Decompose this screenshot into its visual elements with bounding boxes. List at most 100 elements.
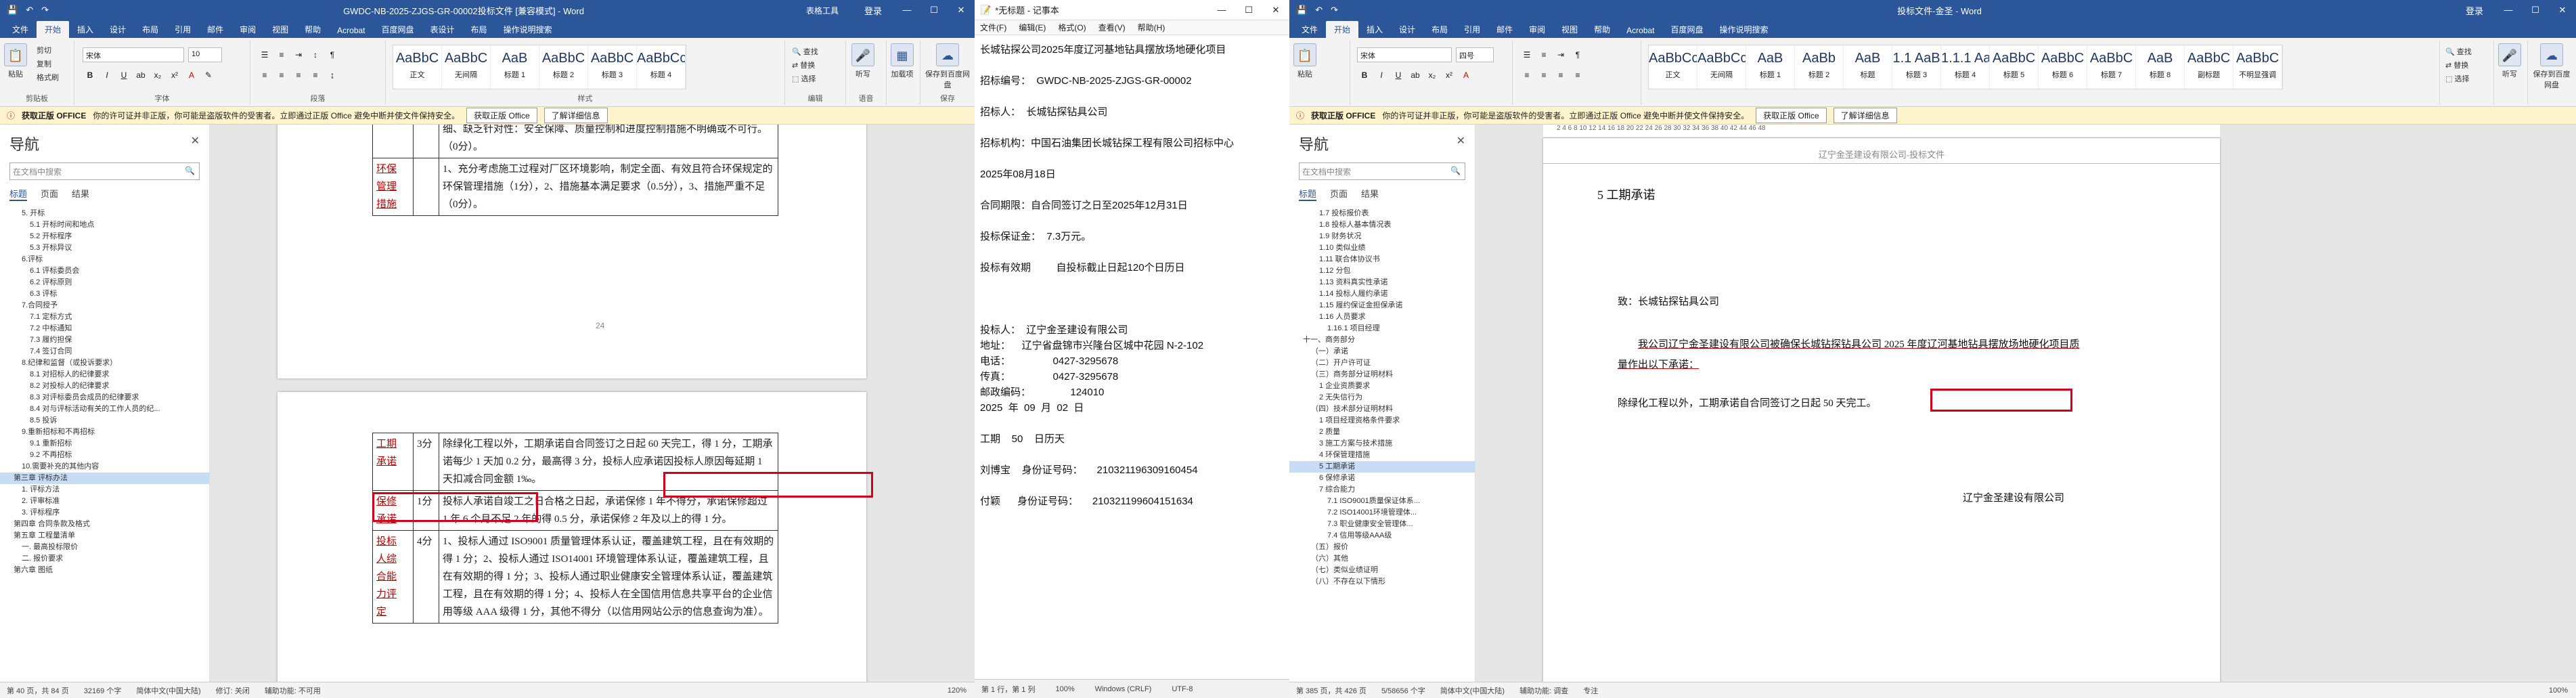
nav-item[interactable]: 1 项目经理资格条件要求 (1289, 415, 1475, 427)
superscript-button[interactable]: x² (167, 68, 182, 83)
tab-1[interactable]: 开始 (37, 21, 70, 38)
nav-item[interactable]: 10.需要补充的其他内容 (0, 461, 209, 473)
nav-item[interactable]: 8.5 投诉 (0, 415, 209, 427)
tab-9[interactable]: 帮助 (1586, 21, 1618, 38)
menu-item[interactable]: 帮助(H) (1138, 22, 1165, 33)
style-item[interactable]: AaBbC 正文 (393, 45, 442, 89)
nav-search-input[interactable]: 在文档中搜索 🔍 (9, 162, 200, 180)
nav-item[interactable]: 2 质量 (1289, 427, 1475, 438)
nav-item[interactable]: 7.4 信用等级AAA级 (1289, 530, 1475, 542)
nav-item[interactable]: 7.2 ISO14001环境管理体... (1289, 507, 1475, 519)
zoom-level[interactable]: 120% (948, 686, 975, 695)
learn-more-button[interactable]: 了解详细信息 (543, 108, 608, 123)
nav-item[interactable]: （六）其他 (1289, 553, 1475, 565)
align-center-icon[interactable]: ≡ (274, 68, 289, 83)
close-icon[interactable]: ✕ (948, 5, 975, 16)
justify-icon[interactable]: ≡ (1570, 68, 1585, 83)
font-size-select[interactable]: 10 (188, 47, 222, 62)
tab-8[interactable]: 视图 (1553, 21, 1586, 38)
nav-item[interactable]: 9.1 重新招标 (0, 438, 209, 450)
justify-icon[interactable]: ≡ (308, 68, 323, 83)
nav-tab[interactable]: 标题 (9, 187, 28, 201)
close-icon[interactable]: ✕ (191, 134, 200, 148)
nav-item[interactable]: （一）承诺 (1289, 346, 1475, 357)
nav-item[interactable]: 8.1 对招标人的纪律要求 (0, 369, 209, 380)
tab-0[interactable]: 文件 (1293, 21, 1326, 38)
style-item[interactable]: AaBbC 副标题 (2185, 45, 2234, 89)
bullets-icon[interactable]: ☰ (257, 47, 272, 62)
select-button[interactable]: ⬚ 选择 (792, 73, 816, 84)
nav-tab[interactable]: 标题 (1299, 187, 1317, 201)
tab-3[interactable]: 设计 (1391, 21, 1423, 38)
nav-item[interactable]: 8.2 对投标人的纪律要求 (0, 380, 209, 392)
replace-button[interactable]: ⇄ 替换 (2445, 60, 2468, 70)
nav-tab[interactable]: 页面 (1330, 187, 1348, 201)
italic-button[interactable]: I (99, 68, 114, 83)
tab-0[interactable]: 文件 (4, 21, 37, 38)
tab-2[interactable]: 插入 (1358, 21, 1391, 38)
minimize-icon[interactable]: — (1208, 5, 1235, 16)
nav-tab[interactable]: 页面 (41, 187, 58, 201)
style-item[interactable]: AaBbC 不明显强调 (2234, 45, 2282, 89)
highlight-button[interactable]: ✎ (201, 68, 216, 83)
numbering-icon[interactable]: ≡ (274, 47, 289, 62)
menu-item[interactable]: 编辑(E) (1019, 22, 1046, 33)
nav-item[interactable]: 1 企业资质要求 (1289, 380, 1475, 392)
font-color-button[interactable]: A (184, 68, 199, 83)
style-item[interactable]: AaBbCc 标题 4 (637, 45, 686, 89)
nav-item[interactable]: 1.15 履约保证金担保承诺 (1289, 300, 1475, 311)
style-item[interactable]: AaBbCcDd 正文 (1649, 45, 1697, 89)
horizontal-ruler[interactable]: 2 4 6 8 10 12 14 16 18 20 22 24 26 28 30… (1543, 125, 2220, 138)
redo-icon[interactable]: ↷ (41, 5, 49, 16)
nav-item[interactable]: 9.2 不再招标 (0, 450, 209, 461)
paste-button[interactable]: 📋 粘贴 (4, 43, 27, 79)
show-marks-icon[interactable]: ¶ (1570, 47, 1585, 62)
nav-item[interactable]: 1.7 投标报价表 (1289, 208, 1475, 219)
nav-item[interactable]: 2. 评审标准 (0, 496, 209, 507)
nav-item[interactable]: 二. 报价要求 (0, 553, 209, 565)
tab-14[interactable]: 操作说明搜索 (495, 21, 560, 38)
tab-5[interactable]: 引用 (166, 21, 199, 38)
tab-9[interactable]: 帮助 (296, 21, 329, 38)
tab-5[interactable]: 引用 (1456, 21, 1488, 38)
nav-item[interactable]: 7.4 签订合同 (0, 346, 209, 357)
undo-icon[interactable]: ↶ (26, 5, 33, 16)
save-baidu-button[interactable]: ☁ 保存到百度网盘 (925, 43, 971, 90)
font-size-select[interactable]: 四号 (1456, 47, 1494, 62)
style-item[interactable]: AaBb 标题 2 (1795, 45, 1844, 89)
tab-10[interactable]: Acrobat (329, 23, 373, 38)
align-left-icon[interactable]: ≡ (257, 68, 272, 83)
nav-item[interactable]: 6.1 评标委员会 (0, 265, 209, 277)
maximize-icon[interactable]: ☐ (2522, 5, 2549, 16)
nav-item[interactable]: （四）技术部分证明材料 (1289, 403, 1475, 415)
tab-13[interactable]: 布局 (463, 21, 495, 38)
bold-button[interactable]: B (1357, 68, 1372, 83)
select-button[interactable]: ⬚ 选择 (2445, 73, 2469, 84)
nav-item[interactable]: 第六章 图纸 (0, 565, 209, 576)
nav-item[interactable]: 1.12 分包 (1289, 265, 1475, 277)
align-left-icon[interactable]: ≡ (1519, 68, 1534, 83)
superscript-button[interactable]: x² (1442, 68, 1457, 83)
minimize-icon[interactable]: — (2495, 5, 2522, 16)
nav-item[interactable]: 5.1 开标时间和地点 (0, 219, 209, 231)
style-item[interactable]: AaBbC 标题 3 (588, 45, 637, 89)
nav-item[interactable]: 9.重新招标和不再招标 (0, 427, 209, 438)
nav-item[interactable]: 5. 开标 (0, 208, 209, 219)
nav-item[interactable]: 1.14 投标人履约承诺 (1289, 288, 1475, 300)
get-office-button[interactable]: 获取正版 Office (1756, 108, 1827, 123)
nav-item[interactable]: 1.9 财务状况 (1289, 231, 1475, 242)
nav-item[interactable]: 第五章 工程量清单 (0, 530, 209, 542)
nav-item[interactable]: （二）开户许可证 (1289, 357, 1475, 369)
nav-item[interactable]: 8.4 对与评标活动有关的工作人员的纪... (0, 403, 209, 415)
find-button[interactable]: 🔍 查找 (792, 46, 818, 57)
tab-12[interactable]: 表设计 (422, 21, 463, 38)
dictate-button[interactable]: 🎤 听写 (851, 43, 874, 79)
login-link[interactable]: 登录 (853, 4, 893, 17)
nav-tab[interactable]: 结果 (72, 187, 89, 201)
autosave-icon[interactable]: 💾 (1296, 5, 1307, 16)
nav-search-input[interactable]: 在文档中搜索 🔍 (1299, 162, 1465, 180)
menu-item[interactable]: 查看(V) (1098, 22, 1126, 33)
style-item[interactable]: 1.1 AaB 标题 3 (1892, 45, 1941, 89)
nav-item[interactable]: （七）类似业绩证明 (1289, 565, 1475, 576)
nav-item[interactable]: 1.13 资料真实性承诺 (1289, 277, 1475, 288)
